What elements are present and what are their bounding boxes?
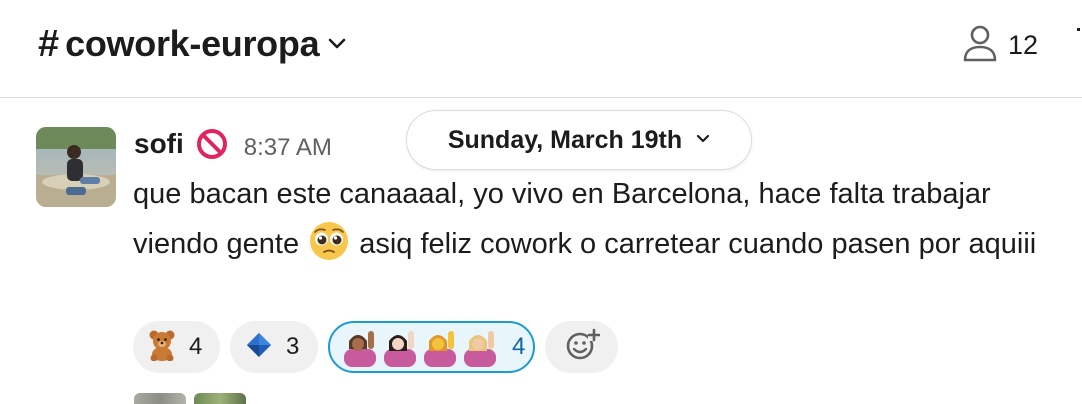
person-icon: [962, 24, 998, 67]
add-reaction-icon: [564, 327, 600, 368]
channel-hash-icon: #: [38, 23, 60, 65]
avatar[interactable]: [194, 393, 246, 404]
woman-raising-hand-emoji: [342, 327, 502, 367]
teddy-bear-emoji: [147, 329, 177, 366]
date-label: Sunday, March 19th: [447, 125, 683, 154]
avatar[interactable]: [134, 393, 186, 404]
reaction-count: 3: [286, 333, 300, 360]
reaction-raising-hand-selected[interactable]: 4: [328, 321, 535, 373]
blue-diamond-emoji: [244, 330, 274, 365]
message-text-part-2: asiq feliz cowork o carretear cuando pas…: [351, 228, 1037, 260]
avatar[interactable]: [36, 127, 116, 207]
reaction-teddy-bear[interactable]: 4: [133, 321, 220, 373]
member-count-button[interactable]: 12: [962, 24, 1038, 67]
date-divider-button[interactable]: Sunday, March 19th: [406, 110, 752, 170]
add-reaction-button[interactable]: [545, 321, 618, 373]
edge-mark: [1077, 28, 1080, 31]
reaction-count: 4: [189, 333, 203, 360]
reaction-blue-diamond[interactable]: 3: [230, 321, 318, 373]
chevron-down-icon: [696, 131, 710, 149]
channel-header: # cowork-europa 12: [0, 0, 1082, 98]
message-timestamp[interactable]: 8:37 AM: [244, 134, 332, 162]
no-entry-icon: [196, 128, 228, 160]
reaction-count: 4: [512, 333, 526, 360]
member-count: 12: [1008, 30, 1039, 60]
channel-name-button[interactable]: # cowork-europa: [38, 22, 347, 66]
author-name[interactable]: sofi: [134, 128, 184, 160]
pleading-face-emoji: [307, 219, 351, 263]
message-header: sofi 8:37 AM: [134, 126, 332, 162]
chevron-down-icon: [327, 37, 347, 56]
channel-name: cowork-europa: [65, 23, 320, 64]
message-text: que bacan este canaaaal, yo vivo en Barc…: [133, 170, 1078, 269]
